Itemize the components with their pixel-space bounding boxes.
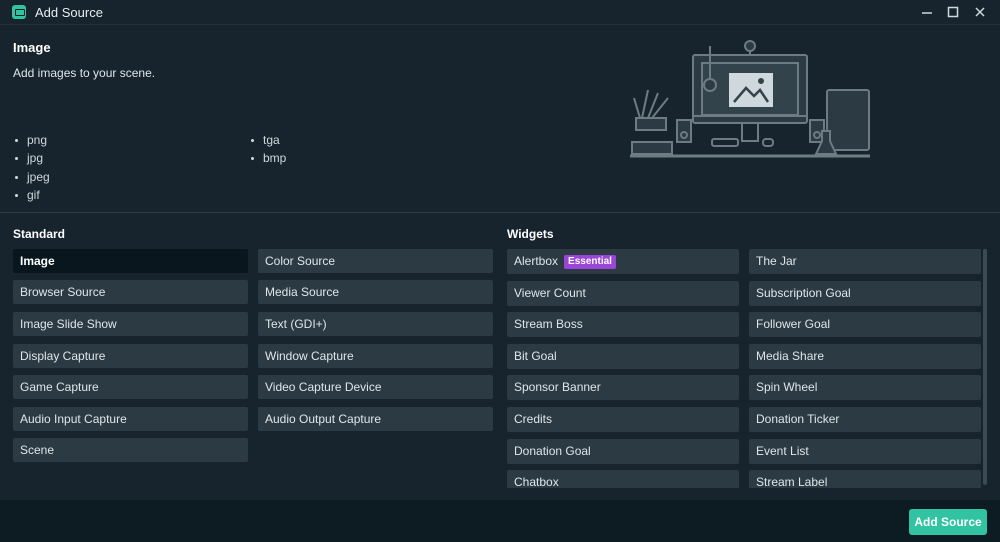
widget-item-donation-goal[interactable]: Donation Goal (507, 439, 739, 464)
widget-item-alertbox[interactable]: Alertbox Essential (507, 249, 739, 274)
source-item-audio-input-capture[interactable]: Audio Input Capture (13, 407, 248, 431)
source-item-display-capture[interactable]: Display Capture (13, 344, 248, 368)
source-item-text-gdi[interactable]: Text (GDI+) (258, 312, 493, 336)
widget-item-label: Alertbox (514, 254, 559, 268)
widget-item-credits[interactable]: Credits (507, 407, 739, 432)
format-list: png jpg jpeg gif (14, 131, 50, 204)
widgets-heading: Widgets (507, 227, 554, 241)
source-item-window-capture[interactable]: Window Capture (258, 344, 493, 368)
footer-bar: Add Source (0, 500, 1000, 542)
widget-item-spin-wheel[interactable]: Spin Wheel (749, 375, 981, 400)
format-item: gif (14, 186, 50, 204)
format-item: tga (250, 131, 286, 149)
window-title: Add Source (35, 5, 103, 20)
format-item: jpeg (14, 168, 50, 186)
minimize-icon[interactable] (913, 0, 941, 24)
source-item-scene[interactable]: Scene (13, 438, 248, 462)
widget-item-follower-goal[interactable]: Follower Goal (749, 312, 981, 337)
widget-item-subscription-goal[interactable]: Subscription Goal (749, 281, 981, 306)
desk-illustration (630, 40, 870, 158)
streamlabs-icon (12, 5, 26, 19)
widget-item-sponsor-banner[interactable]: Sponsor Banner (507, 375, 739, 400)
widget-item-media-share[interactable]: Media Share (749, 344, 981, 369)
widget-item-bit-goal[interactable]: Bit Goal (507, 344, 739, 369)
source-description-panel: Image Add images to your scene. png jpg … (0, 24, 1000, 213)
standard-heading: Standard (13, 227, 66, 241)
source-item-image[interactable]: Image (13, 249, 248, 273)
widget-item-stream-boss[interactable]: Stream Boss (507, 312, 739, 337)
source-description: Add images to your scene. (13, 66, 156, 80)
close-icon[interactable] (966, 0, 994, 24)
source-title: Image (13, 40, 51, 55)
widget-item-the-jar[interactable]: The Jar (749, 249, 981, 274)
format-item: jpg (14, 149, 50, 167)
source-item-browser-source[interactable]: Browser Source (13, 280, 248, 304)
source-item-image-slide-show[interactable]: Image Slide Show (13, 312, 248, 336)
essential-badge: Essential (564, 255, 616, 269)
format-list: tga bmp (250, 131, 286, 168)
maximize-icon[interactable] (939, 0, 967, 24)
widgets-list[interactable]: Alertbox Essential Viewer Count Stream Bo… (500, 246, 990, 488)
add-source-button[interactable]: Add Source (909, 509, 987, 535)
source-item-audio-output-capture[interactable]: Audio Output Capture (258, 407, 493, 431)
format-item: bmp (250, 149, 286, 167)
source-item-video-capture-device[interactable]: Video Capture Device (258, 375, 493, 399)
widget-item-viewer-count[interactable]: Viewer Count (507, 281, 739, 306)
source-item-color-source[interactable]: Color Source (258, 249, 493, 273)
title-bar: Add Source (0, 0, 1000, 24)
widgets-scrollbar[interactable] (983, 249, 987, 485)
widget-item-stream-label[interactable]: Stream Label (749, 470, 981, 488)
widget-item-donation-ticker[interactable]: Donation Ticker (749, 407, 981, 432)
source-item-media-source[interactable]: Media Source (258, 280, 493, 304)
widget-item-chatbox[interactable]: Chatbox (507, 470, 739, 488)
widget-item-event-list[interactable]: Event List (749, 439, 981, 464)
source-item-game-capture[interactable]: Game Capture (13, 375, 248, 399)
format-item: png (14, 131, 50, 149)
